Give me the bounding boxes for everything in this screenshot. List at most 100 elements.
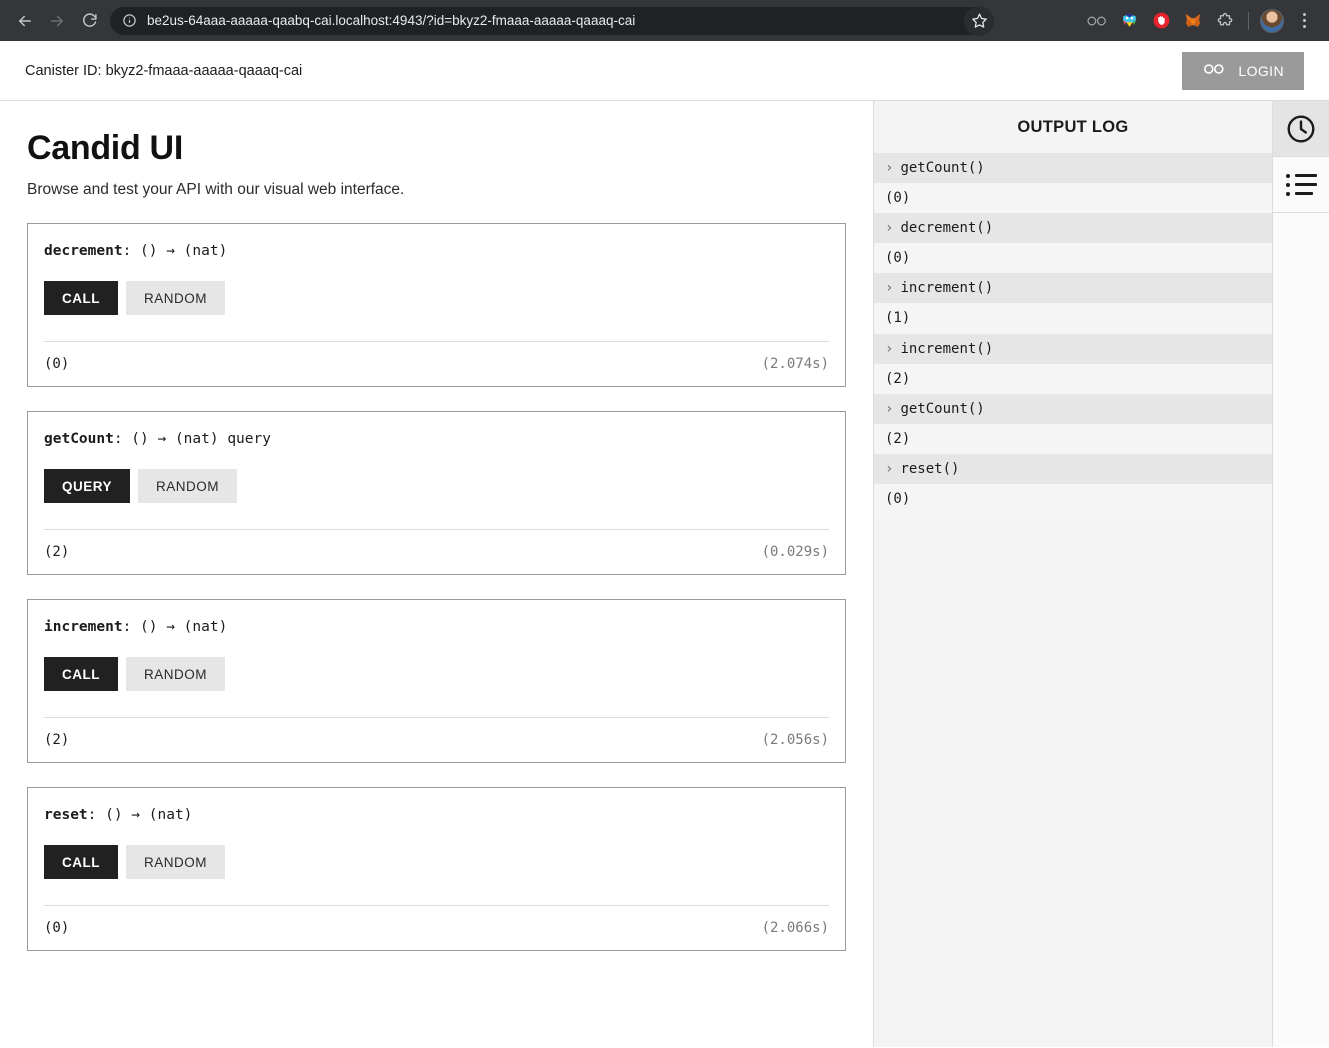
method-card: decrement: () → (nat) CALLRANDOM (0) (2.074…	[27, 223, 846, 387]
log-entry-text: (2)	[885, 431, 910, 447]
method-call-button[interactable]: QUERY	[44, 469, 130, 503]
back-arrow-icon[interactable]	[10, 6, 40, 36]
reload-icon[interactable]	[74, 6, 104, 36]
profile-avatar[interactable]	[1257, 6, 1287, 36]
toolbar-divider	[1248, 12, 1249, 30]
log-sidebar	[1272, 101, 1329, 1047]
address-bar[interactable]: be2us-64aaa-aaaaa-qaabq-cai.localhost:49…	[110, 7, 990, 35]
infinity-icon	[1202, 62, 1226, 79]
log-call-entry[interactable]: › reset()	[874, 454, 1272, 484]
method-card: getCount: () → (nat) query QUERYRANDOM (2)…	[27, 411, 846, 575]
method-result-row: (0) (2.066s)	[44, 905, 829, 950]
page-title: Candid UI	[27, 129, 846, 168]
method-type: : () → (nat)	[88, 807, 193, 823]
metamask-fox-extension-icon[interactable]	[1178, 6, 1208, 36]
method-signature: reset: () → (nat)	[44, 804, 829, 823]
method-duration: (0.029s)	[762, 544, 829, 560]
method-random-button[interactable]: RANDOM	[126, 845, 225, 879]
method-duration: (2.056s)	[762, 732, 829, 748]
method-call-button[interactable]: CALL	[44, 845, 118, 879]
log-call-entry[interactable]: › decrement()	[874, 213, 1272, 243]
method-random-button[interactable]: RANDOM	[138, 469, 237, 503]
method-signature: decrement: () → (nat)	[44, 240, 829, 259]
log-entry-text: (0)	[885, 491, 910, 507]
log-result-entry: (0)	[874, 183, 1272, 213]
log-entry-text: increment()	[900, 341, 993, 357]
app-header: Canister ID: bkyz2-fmaaa-aaaaa-qaaaq-cai…	[0, 41, 1329, 101]
page-body: Candid UI Browse and test your API with …	[0, 101, 1329, 1047]
log-result-entry: (1)	[874, 303, 1272, 333]
canister-id-label: Canister ID: bkyz2-fmaaa-aaaaa-qaaaq-cai	[25, 63, 302, 79]
output-log-entries: › getCount() (0) › decrement() (0) › increment(…	[874, 153, 1272, 1047]
method-result-row: (2) (2.056s)	[44, 717, 829, 762]
method-card: increment: () → (nat) CALLRANDOM (2) (2.056…	[27, 599, 846, 763]
method-actions: CALLRANDOM	[44, 657, 829, 691]
log-call-entry[interactable]: › increment()	[874, 334, 1272, 364]
login-button[interactable]: LOGIN	[1182, 52, 1304, 90]
method-result-value: (2)	[44, 544, 69, 560]
colorful-extension-icon[interactable]	[1114, 6, 1144, 36]
method-call-button[interactable]: CALL	[44, 281, 118, 315]
method-name: getCount	[44, 431, 114, 447]
chevron-right-icon: ›	[885, 220, 893, 236]
log-call-entry[interactable]: › getCount()	[874, 153, 1272, 183]
method-actions: CALLRANDOM	[44, 845, 829, 879]
chevron-right-icon: ›	[885, 401, 893, 417]
method-call-button[interactable]: CALL	[44, 657, 118, 691]
site-info-icon[interactable]	[122, 13, 137, 28]
forward-arrow-icon[interactable]	[42, 6, 72, 36]
chevron-right-icon: ›	[885, 280, 893, 296]
method-random-button[interactable]: RANDOM	[126, 281, 225, 315]
method-result-row: (0) (2.074s)	[44, 341, 829, 386]
output-log-panel: OUTPUT LOG › getCount() (0) › decrement() (0)…	[873, 101, 1272, 1047]
puzzle-extensions-icon[interactable]	[1210, 6, 1240, 36]
method-type: : () → (nat)	[123, 243, 228, 259]
chevron-right-icon: ›	[885, 160, 893, 176]
log-entry-text: reset()	[900, 461, 959, 477]
list-methods-icon[interactable]	[1273, 157, 1329, 213]
method-actions: QUERYRANDOM	[44, 469, 829, 503]
method-duration: (2.066s)	[762, 920, 829, 936]
method-name: decrement	[44, 243, 123, 259]
method-signature: getCount: () → (nat) query	[44, 428, 829, 447]
method-result-value: (2)	[44, 732, 69, 748]
stop-hand-extension-icon[interactable]	[1146, 6, 1176, 36]
method-result-value: (0)	[44, 920, 69, 936]
method-list: decrement: () → (nat)CALLRANDOM(0)(2.074…	[27, 223, 846, 951]
candid-main-panel: Candid UI Browse and test your API with …	[0, 101, 873, 1047]
chevron-right-icon: ›	[885, 461, 893, 477]
login-button-label: LOGIN	[1238, 63, 1284, 79]
log-result-entry: (0)	[874, 484, 1272, 514]
infinity-extension-icon[interactable]	[1082, 6, 1112, 36]
bookmark-star-icon[interactable]	[964, 6, 994, 36]
output-log-title: OUTPUT LOG	[874, 101, 1272, 153]
browser-toolbar: be2us-64aaa-aaaaa-qaabq-cai.localhost:49…	[0, 0, 1329, 41]
log-entry-text: (1)	[885, 310, 910, 326]
log-call-entry[interactable]: › increment()	[874, 273, 1272, 303]
page-subtitle: Browse and test your API with our visual…	[27, 181, 846, 199]
log-result-entry: (0)	[874, 243, 1272, 273]
chrome-menu-kebab[interactable]	[1289, 6, 1319, 36]
log-call-entry[interactable]: › getCount()	[874, 394, 1272, 424]
log-entry-text: increment()	[900, 280, 993, 296]
chrome-extension-area	[1082, 6, 1319, 36]
log-entry-text: (0)	[885, 250, 910, 266]
method-name: reset	[44, 807, 88, 823]
log-entry-text: decrement()	[900, 220, 993, 236]
method-result-row: (2) (0.029s)	[44, 529, 829, 574]
method-card: reset: () → (nat) CALLRANDOM (0) (2.066s)	[27, 787, 846, 951]
method-random-button[interactable]: RANDOM	[126, 657, 225, 691]
log-entry-text: getCount()	[900, 160, 984, 176]
method-actions: CALLRANDOM	[44, 281, 829, 315]
chevron-right-icon: ›	[885, 341, 893, 357]
log-entry-text: (0)	[885, 190, 910, 206]
clock-history-icon[interactable]	[1273, 101, 1329, 157]
log-result-entry: (2)	[874, 424, 1272, 454]
method-duration: (2.074s)	[762, 356, 829, 372]
method-name: increment	[44, 619, 123, 635]
method-type: : () → (nat)	[123, 619, 228, 635]
method-type: : () → (nat) query	[114, 431, 271, 447]
url-text: be2us-64aaa-aaaaa-qaabq-cai.localhost:49…	[147, 13, 635, 28]
log-entry-text: getCount()	[900, 401, 984, 417]
method-result-value: (0)	[44, 356, 69, 372]
